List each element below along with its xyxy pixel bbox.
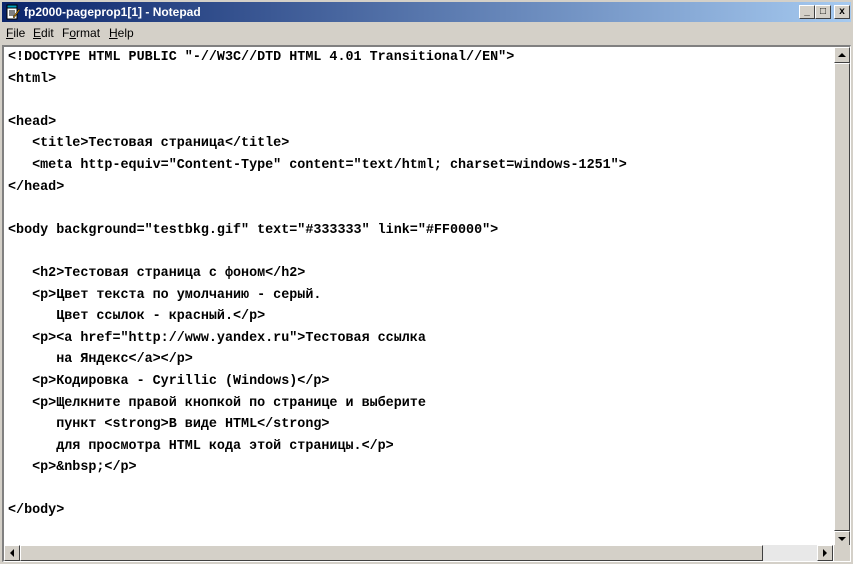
- text-viewport[interactable]: <!DOCTYPE HTML PUBLIC "-//W3C//DTD HTML …: [8, 47, 828, 542]
- arrow-left-icon: [10, 549, 14, 557]
- scroll-up-button[interactable]: [834, 47, 850, 63]
- size-grip[interactable]: [834, 545, 850, 561]
- arrow-up-icon: [838, 53, 846, 57]
- maximize-icon: □: [819, 6, 827, 17]
- menu-help[interactable]: Help: [109, 26, 134, 40]
- notepad-window: fp2000-pageprop1[1] - Notepad _ □ x File…: [0, 0, 853, 564]
- scroll-left-button[interactable]: [4, 545, 20, 561]
- notepad-icon[interactable]: [5, 4, 21, 20]
- menu-edit[interactable]: Edit: [33, 26, 54, 40]
- close-icon: x: [839, 6, 845, 17]
- editor-area[interactable]: <!DOCTYPE HTML PUBLIC "-//W3C//DTD HTML …: [2, 45, 851, 562]
- scroll-right-button[interactable]: [817, 545, 833, 561]
- window-title: fp2000-pageprop1[1] - Notepad: [24, 5, 201, 19]
- maximize-button[interactable]: □: [815, 5, 831, 19]
- menu-bar: File Edit Format Help: [2, 24, 851, 42]
- close-button[interactable]: x: [834, 5, 850, 19]
- vertical-scroll-thumb[interactable]: [834, 63, 850, 531]
- editor-text[interactable]: <!DOCTYPE HTML PUBLIC "-//W3C//DTD HTML …: [8, 47, 828, 542]
- minimize-icon: _: [804, 6, 810, 17]
- vertical-scrollbar[interactable]: [834, 47, 850, 547]
- arrow-down-icon: [838, 537, 846, 541]
- minimize-button[interactable]: _: [799, 5, 815, 19]
- menu-file[interactable]: File: [6, 26, 25, 40]
- arrow-right-icon: [823, 549, 827, 557]
- horizontal-scroll-thumb[interactable]: [20, 545, 763, 561]
- menu-format[interactable]: Format: [62, 26, 100, 40]
- horizontal-scrollbar[interactable]: [4, 545, 833, 561]
- title-bar[interactable]: fp2000-pageprop1[1] - Notepad _ □ x: [2, 2, 851, 22]
